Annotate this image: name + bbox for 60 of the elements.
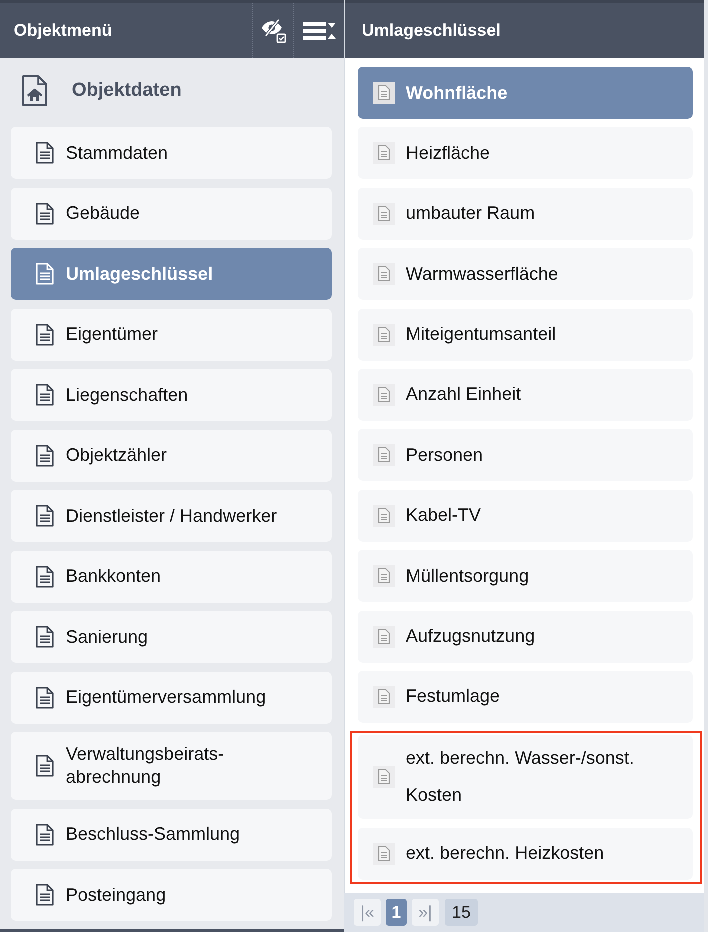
panel-title: Umlageschlüssel — [361, 20, 502, 40]
list-item[interactable]: Warmwasserfläche — [358, 248, 693, 300]
document-icon — [36, 626, 54, 648]
document-icon — [373, 324, 395, 346]
list-item[interactable]: umbauter Raum — [358, 188, 693, 240]
menu-item[interactable]: Stammdaten — [11, 127, 332, 179]
menu-item[interactable]: Beschluss-Sammlung — [11, 808, 332, 860]
document-icon — [373, 142, 395, 164]
menu-item[interactable]: Objektzähler — [11, 430, 332, 482]
list-sort-icon[interactable] — [302, 22, 336, 40]
list-item[interactable]: Kabel-TV — [358, 490, 693, 542]
menu-item[interactable]: Liegenschaften — [11, 369, 332, 421]
document-icon — [373, 766, 395, 788]
list-item[interactable]: Anzahl Einheit — [358, 368, 693, 421]
document-icon — [36, 566, 54, 588]
menu-item[interactable]: Umlageschlüssel — [11, 248, 332, 300]
document-icon — [373, 686, 395, 708]
panel-title: Objektmenü — [13, 20, 114, 40]
menu-item[interactable]: Gebäude — [11, 188, 332, 240]
document-icon — [36, 755, 54, 777]
item-count: 15 — [445, 899, 478, 926]
document-icon — [36, 142, 54, 164]
document-icon — [36, 202, 54, 224]
document-icon — [36, 505, 54, 527]
document-icon — [36, 263, 54, 285]
list-item[interactable]: Aufzugsnutzung — [358, 610, 693, 663]
document-icon — [36, 444, 54, 466]
list-item[interactable]: ext. berechn. Wasser-/sonst. Kosten — [358, 735, 693, 820]
list-item[interactable]: Wohnfläche — [358, 67, 693, 119]
menu-item[interactable]: Posteingang — [11, 869, 332, 921]
document-icon — [373, 565, 395, 588]
list-item[interactable]: Festumlage — [358, 670, 693, 723]
document-icon — [36, 324, 54, 346]
document-icon — [373, 263, 395, 286]
menu-item[interactable]: Bankkonten — [11, 550, 332, 602]
document-icon — [373, 202, 395, 225]
document-icon — [373, 82, 395, 104]
list-item[interactable]: Heizfläche — [358, 127, 693, 180]
document-icon — [36, 384, 54, 406]
menu-item[interactable]: Eigentümer — [11, 308, 332, 360]
list-item[interactable]: Müllentsorgung — [358, 550, 693, 602]
menu-item[interactable]: Dienstleister / Handwerker — [11, 490, 332, 542]
eye-slash-checkbox-icon[interactable] — [260, 18, 286, 42]
document-icon — [36, 884, 54, 906]
menu-item[interactable]: Eigentümerversammlung — [11, 672, 332, 724]
list-item[interactable]: ext. berechn. Heizkosten — [358, 828, 693, 880]
document-icon — [373, 384, 395, 406]
menu-item[interactable]: Verwaltungsbeirats-abrechnung — [11, 732, 332, 800]
list-item[interactable]: Personen — [358, 429, 693, 482]
document-icon — [373, 626, 395, 648]
document-icon — [373, 444, 395, 466]
document-icon — [36, 686, 54, 708]
menu-item[interactable]: Sanierung — [11, 611, 332, 663]
document-icon — [373, 842, 395, 865]
document-icon — [36, 824, 54, 846]
house-document-icon — [22, 75, 48, 107]
document-icon — [373, 504, 395, 527]
list-item[interactable]: Miteigentumsanteil — [358, 308, 693, 361]
page-button[interactable]: 1 — [386, 899, 407, 926]
section-heading: Objektdaten — [72, 80, 182, 102]
